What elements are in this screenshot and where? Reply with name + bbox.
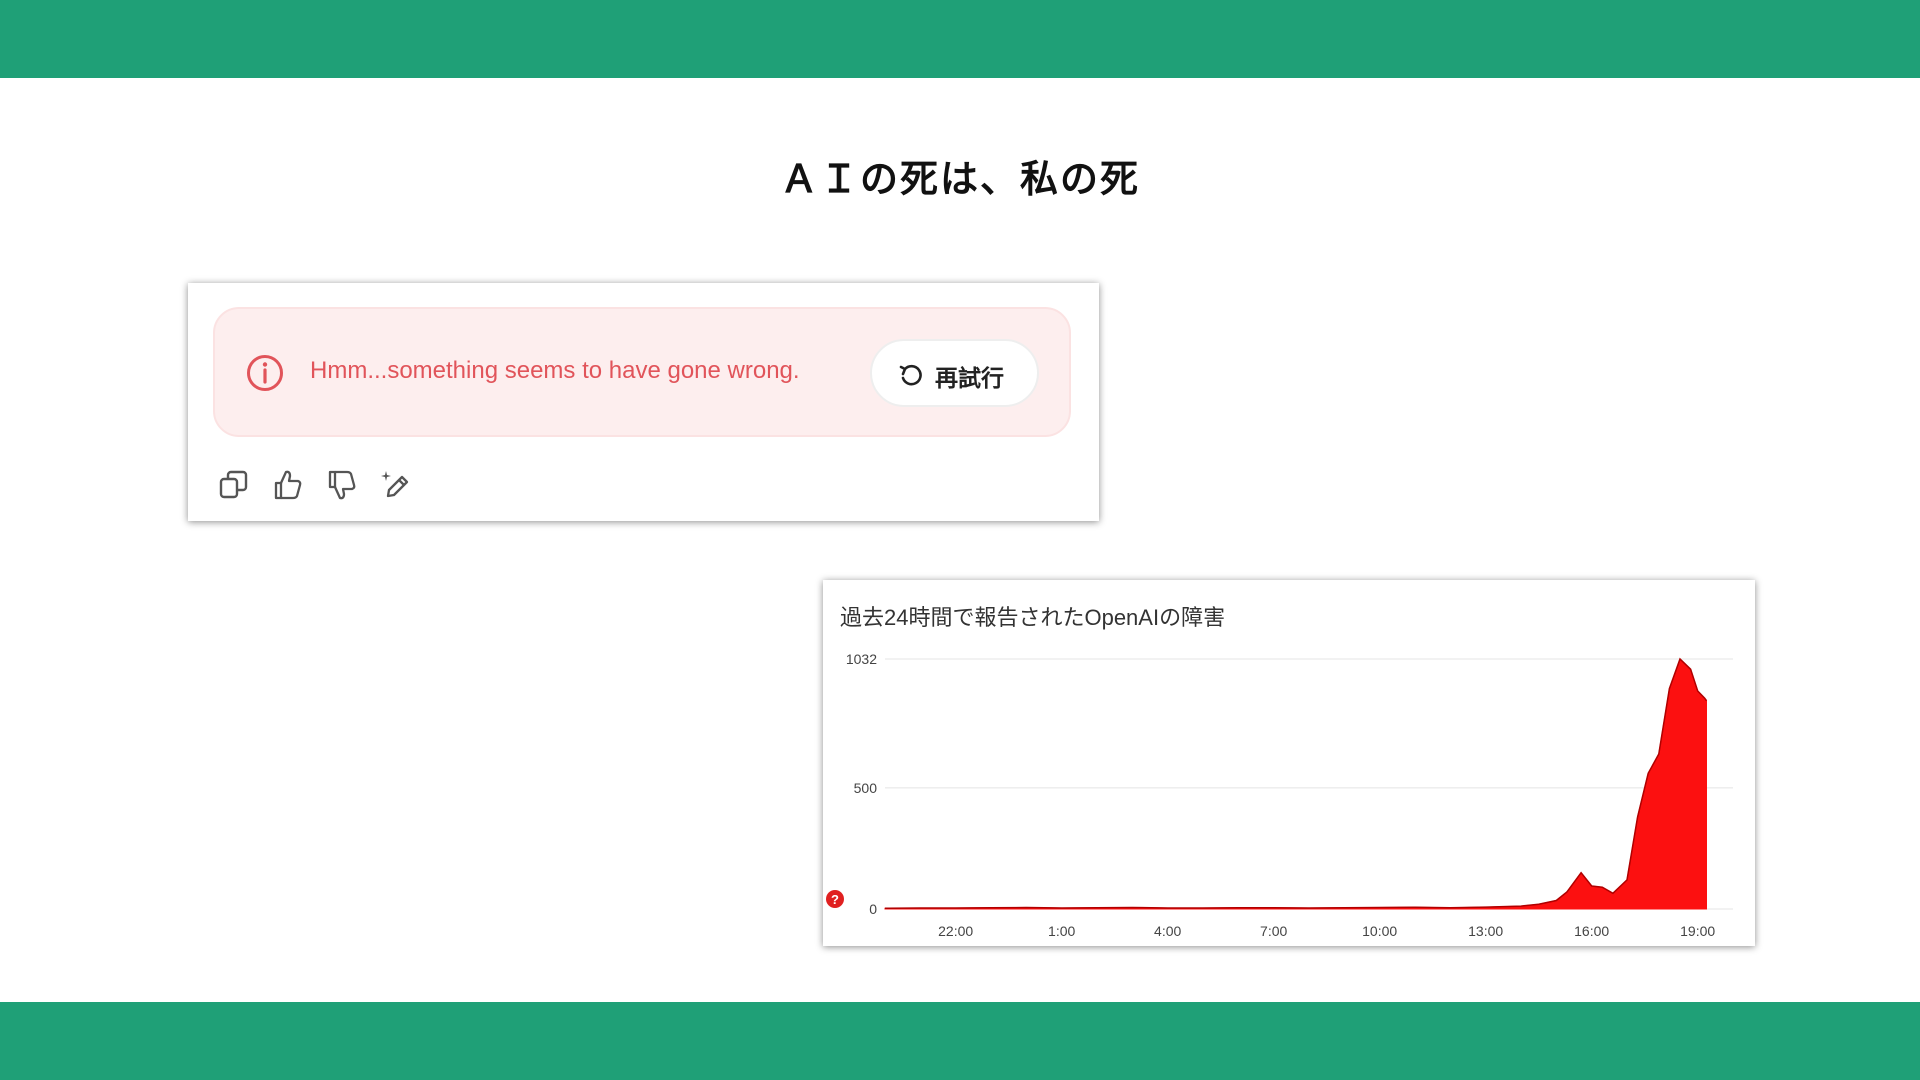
edit-sparkle-icon[interactable]: [380, 468, 412, 502]
thumbs-down-icon[interactable]: [326, 468, 358, 502]
y-tick-label: 500: [854, 780, 878, 796]
x-tick-label: 1:00: [1048, 923, 1075, 939]
outage-chart-screenshot: 過去24時間で報告されたOpenAIの障害 0 500 1032 22:00 1:00 4…: [823, 580, 1755, 946]
bottom-band: [0, 1002, 1920, 1080]
slide-title: ＡＩの死は、私の死: [779, 157, 1140, 201]
x-tick-label: 16:00: [1574, 923, 1609, 939]
chatgpt-error-screenshot: Hmm...something seems to have gone wrong…: [188, 283, 1099, 521]
y-tick-label: 1032: [846, 651, 877, 667]
x-tick-label: 7:00: [1260, 923, 1287, 939]
copy-icon[interactable]: [218, 468, 250, 502]
info-circle-icon: [247, 355, 283, 391]
x-tick-label: 13:00: [1468, 923, 1503, 939]
top-band: [0, 0, 1920, 78]
outage-area-series: [884, 658, 1707, 910]
retry-button[interactable]: 再試行: [870, 339, 1039, 407]
x-tick-label: 10:00: [1362, 923, 1397, 939]
x-tick-label: 19:00: [1680, 923, 1715, 939]
error-message-text: Hmm...something seems to have gone wrong…: [310, 357, 800, 384]
x-tick-label: 22:00: [938, 923, 973, 939]
retry-button-label: 再試行: [935, 366, 1004, 392]
retry-icon: [899, 364, 922, 386]
thumbs-up-icon[interactable]: [272, 468, 304, 502]
x-tick-label: 4:00: [1154, 923, 1181, 939]
outage-line: [884, 657, 1708, 910]
question-alert-glyph: ?: [831, 892, 839, 907]
outage-area-chart: 0 500 1032 22:00 1:00 4:00 7:00 10:00 13:00 16:00…: [826, 651, 1733, 939]
error-message-box: Hmm...something seems to have gone wrong…: [213, 307, 1071, 437]
y-tick-label: 0: [869, 901, 877, 917]
